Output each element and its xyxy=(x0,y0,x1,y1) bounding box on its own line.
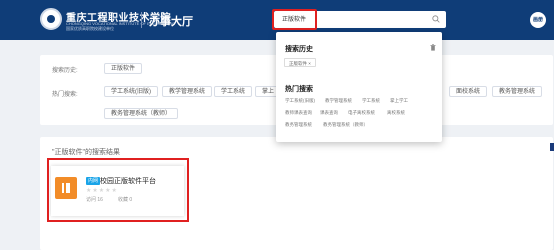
avatar[interactable]: 画册 xyxy=(530,12,546,28)
hot-chip[interactable]: 教务管理系统（教师） xyxy=(104,108,179,119)
dropdown-hot-link[interactable]: 教学管理系统 xyxy=(325,98,352,104)
hot-search-label: 热门搜索: xyxy=(52,92,78,98)
search-icon[interactable] xyxy=(432,15,440,23)
hot-chip[interactable]: 教务管理系统 xyxy=(492,86,543,97)
dropdown-hot-link[interactable]: 学工系统(旧版) xyxy=(285,98,315,104)
dropdown-hot-link[interactable]: 掌上学工 xyxy=(390,98,408,104)
hot-chip[interactable]: 面校系统 xyxy=(449,86,488,97)
dropdown-history-chip-label: 正版软件 xyxy=(289,61,307,66)
search-highlight-box xyxy=(272,9,317,30)
dropdown-history-title: 搜索历史 xyxy=(285,46,313,53)
hot-chip[interactable]: 教学管理系统 xyxy=(162,86,213,97)
trash-icon[interactable] xyxy=(430,44,436,51)
dropdown-hot-link[interactable]: 学工系统 xyxy=(362,98,380,104)
history-chip[interactable]: 正版软件 xyxy=(104,63,143,74)
history-label: 搜索历史: xyxy=(52,68,78,74)
side-tab[interactable] xyxy=(550,143,554,151)
hot-chip[interactable]: 学工系统 xyxy=(214,86,253,97)
dropdown-hot-link[interactable]: 课表查询 xyxy=(320,110,338,116)
dropdown-hot-link[interactable]: 教务管理系统 xyxy=(285,122,312,128)
dropdown-hot-link[interactable]: 教师课表查询 xyxy=(285,110,312,116)
dropdown-hot-link[interactable]: 电子离校系统 xyxy=(348,110,375,116)
results-title: "正版软件"的搜索结果 xyxy=(52,149,120,156)
dropdown-hot-link[interactable]: 离校系统 xyxy=(387,110,405,116)
school-logo-icon[interactable] xyxy=(40,8,62,30)
site-title[interactable]: 办事大厅 xyxy=(149,13,193,29)
hot-chip[interactable]: 学工系统(旧版) xyxy=(104,86,158,97)
dropdown-hot-link[interactable]: 教务管理系统（教师） xyxy=(323,122,368,128)
header-divider xyxy=(141,12,142,28)
result-highlight-box xyxy=(47,158,189,222)
school-subtitle: 国家优质高职院校建设单位 xyxy=(66,26,114,31)
dropdown-history-chip[interactable]: 正版软件 × xyxy=(284,58,316,67)
dropdown-hot-title: 热门搜索 xyxy=(285,86,313,93)
